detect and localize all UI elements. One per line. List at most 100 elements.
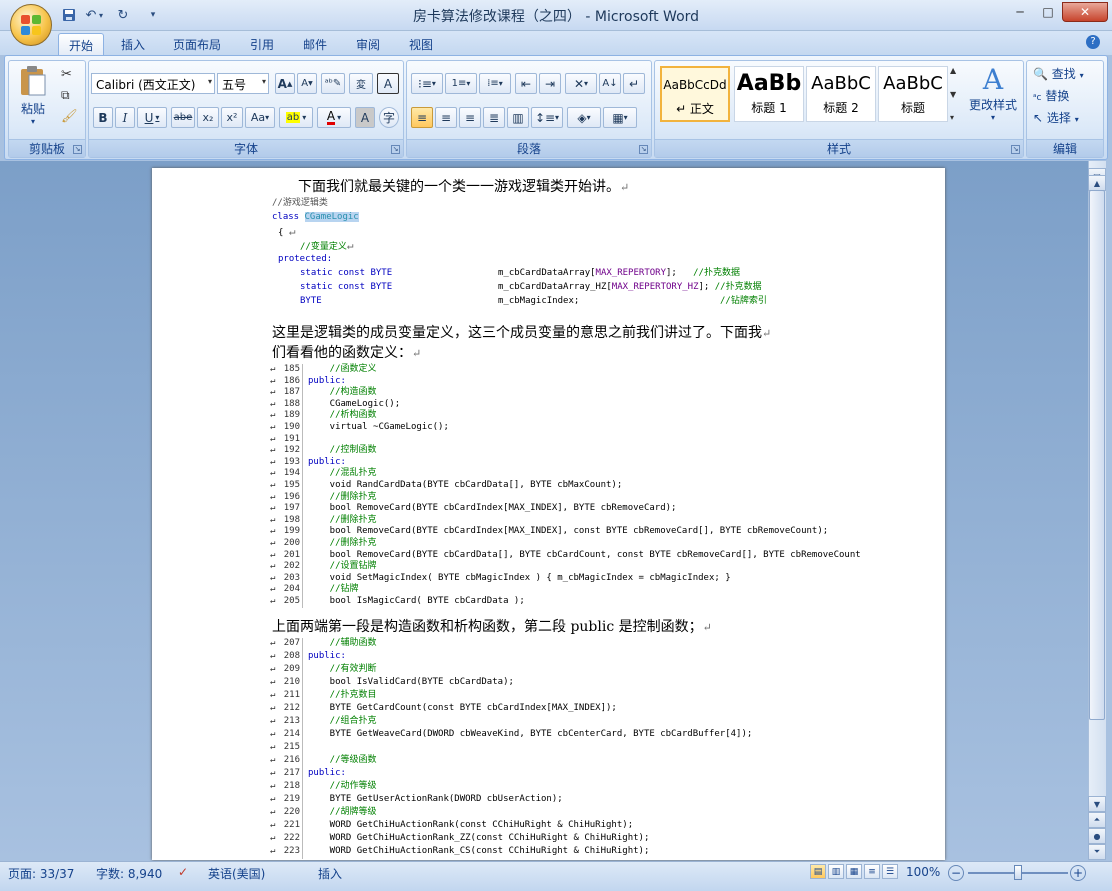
justify-icon[interactable]: ≣ <box>483 107 505 128</box>
page-count[interactable]: 页面: 33/37 <box>8 865 74 882</box>
superscript-button[interactable]: x² <box>221 107 243 128</box>
styles-gallery-scroll[interactable]: ▲ ▼ ▾ <box>950 66 962 122</box>
change-case-button[interactable]: Aa ▾ <box>245 107 275 128</box>
print-layout-view-icon[interactable]: ▤ <box>810 864 826 879</box>
web-layout-icon[interactable]: ▦ <box>846 864 862 879</box>
tab-view[interactable]: 视图 <box>399 33 443 55</box>
code1-line: //变量定义↵ <box>300 239 354 252</box>
code-line: //辅助函数 <box>308 638 377 648</box>
scroll-thumb[interactable] <box>1089 190 1105 720</box>
language-indicator[interactable]: 英语(美国) <box>208 865 265 882</box>
char-shading-icon[interactable]: A <box>355 107 375 128</box>
paste-button[interactable]: 粘贴 ▾ <box>15 65 51 126</box>
font-name-select[interactable]: Calibri (西文正文) ▾ <box>91 73 215 94</box>
office-button[interactable] <box>10 4 52 46</box>
increase-indent-icon[interactable]: ⇥ <box>539 73 561 94</box>
copy-icon[interactable]: ⧉ <box>61 88 70 103</box>
format-painter-icon[interactable]: 🖌 <box>61 109 78 124</box>
scroll-up-icon[interactable]: ▲ <box>1088 175 1106 191</box>
scroll-down-icon[interactable]: ▼ <box>1088 796 1106 812</box>
next-page-icon[interactable]: ⏷ <box>1088 844 1106 860</box>
align-right-icon[interactable]: ≡ <box>459 107 481 128</box>
outline-view-icon[interactable]: ≡ <box>864 864 880 879</box>
tab-insert[interactable]: 插入 <box>111 33 155 55</box>
style-tile-title[interactable]: AaBbC 标题 <box>878 66 948 122</box>
zoom-level[interactable]: 100% <box>906 865 940 879</box>
grow-font-button[interactable]: A ▲ <box>275 73 295 94</box>
tab-home[interactable]: 开始 <box>58 33 105 55</box>
zoom-slider-thumb[interactable] <box>1014 865 1022 880</box>
multilevel-list-button[interactable]: ⁞≡ ▾ <box>479 73 511 94</box>
borders-button[interactable]: ▦ ▾ <box>603 107 637 128</box>
distribute-icon[interactable]: ▥ <box>507 107 529 128</box>
align-center-icon[interactable]: ≡ <box>435 107 457 128</box>
style-tile-heading1[interactable]: AaBb 标题 1 <box>734 66 804 122</box>
full-screen-reading-icon[interactable]: ▥ <box>828 864 844 879</box>
tab-mailings[interactable]: 邮件 <box>293 33 337 55</box>
window-title: 房卡算法修改课程（之四） - Microsoft Word <box>412 9 700 25</box>
tab-references[interactable]: 引用 <box>240 33 284 55</box>
replace-button[interactable]: ᵃc 替换 <box>1033 87 1069 104</box>
minimize-button[interactable]: ─ <box>1006 2 1034 22</box>
zoom-out-button[interactable]: − <box>948 865 964 881</box>
close-button[interactable]: ✕ <box>1062 2 1108 22</box>
clear-format-icon[interactable]: ᵃᵇ✎ <box>321 73 345 94</box>
line-spacing-button[interactable]: ↕≡ ▾ <box>531 107 563 128</box>
code-line: bool RemoveCard(BYTE cbCardData[], BYTE … <box>308 549 861 560</box>
line-number: 205 <box>283 596 300 606</box>
chinese-layout-button[interactable]: ✕ ▾ <box>565 73 597 94</box>
italic-button[interactable]: I <box>115 107 135 128</box>
align-left-icon[interactable]: ≡ <box>411 107 433 128</box>
prev-page-icon[interactable]: ⏶ <box>1088 812 1106 828</box>
line-number: 214 <box>283 729 300 739</box>
sort-icon[interactable]: A↓ <box>599 73 621 94</box>
cut-icon[interactable]: ✂ <box>61 67 72 82</box>
line-number: 192 <box>283 445 300 456</box>
paragraph-launcher-icon[interactable]: ↘ <box>639 145 648 154</box>
font-launcher-icon[interactable]: ↘ <box>391 145 400 154</box>
help-icon[interactable]: ? <box>1086 35 1100 49</box>
font-size-select[interactable]: 五号 ▾ <box>217 73 269 94</box>
word-count[interactable]: 字数: 8,940 <box>96 865 162 882</box>
decrease-indent-icon[interactable]: ⇤ <box>515 73 537 94</box>
tab-page-layout[interactable]: 页面布局 <box>163 33 231 55</box>
bullets-button[interactable]: ⁝≡ ▾ <box>411 73 443 94</box>
paragraph-3: 上面两端第一段是构造函数和析构函数，第二段 public 是控制函数；↵ <box>272 619 712 635</box>
shrink-font-button[interactable]: A ▼ <box>297 73 317 94</box>
show-marks-icon[interactable]: ↵ <box>623 73 645 94</box>
zoom-in-button[interactable]: + <box>1070 865 1086 881</box>
font-color-button[interactable]: A ▾ <box>317 107 351 128</box>
office-logo-icon <box>21 15 41 35</box>
find-button[interactable]: 🔍 查找 ▾ <box>1033 65 1084 82</box>
bold-button[interactable]: B <box>93 107 113 128</box>
code-line: bool IsValidCard(BYTE cbCardData); <box>308 677 514 687</box>
change-styles-button[interactable]: A 更改样式 ▾ <box>966 64 1020 134</box>
strikethrough-button[interactable]: abe <box>171 107 195 128</box>
clipboard-launcher-icon[interactable]: ↘ <box>73 145 82 154</box>
subscript-button[interactable]: x₂ <box>197 107 219 128</box>
code-line: virtual ~CGameLogic(); <box>308 422 449 432</box>
code-line: //删除扑克 <box>308 538 377 548</box>
proofing-icon[interactable]: ✓ <box>178 865 188 879</box>
underline-button[interactable]: U ▾ <box>137 107 167 128</box>
select-icon: ↖ <box>1033 111 1044 125</box>
numbering-button[interactable]: 1≡ ▾ <box>445 73 477 94</box>
document-page[interactable]: 下面我们就最关键的一个类一一游戏逻辑类开始讲。↵ //游戏逻辑类 class C… <box>152 168 945 860</box>
insert-mode[interactable]: 插入 <box>318 865 342 882</box>
select-button[interactable]: ↖ 选择 ▾ <box>1033 109 1079 126</box>
styles-launcher-icon[interactable]: ↘ <box>1011 145 1020 154</box>
enclose-char-icon[interactable]: 字 <box>379 107 399 128</box>
char-border-icon[interactable]: A <box>377 73 399 94</box>
style-tile-normal[interactable]: AaBbCcDd ↵ 正文 <box>660 66 730 122</box>
code1-line: //游戏逻辑类 <box>272 198 328 208</box>
tab-review[interactable]: 审阅 <box>346 33 390 55</box>
maximize-button[interactable]: □ <box>1034 2 1062 22</box>
code-gutter-divider <box>302 638 303 859</box>
browse-object-icon[interactable]: ● <box>1088 828 1106 844</box>
phonetic-guide-icon[interactable]: 変 <box>349 73 373 94</box>
shading-button[interactable]: ◈ ▾ <box>567 107 601 128</box>
style-tile-heading2[interactable]: AaBbC 标题 2 <box>806 66 876 122</box>
highlight-color-button[interactable]: ab ▾ <box>279 107 313 128</box>
line-number: 198 <box>283 514 300 525</box>
draft-view-icon[interactable]: ☰ <box>882 864 898 879</box>
